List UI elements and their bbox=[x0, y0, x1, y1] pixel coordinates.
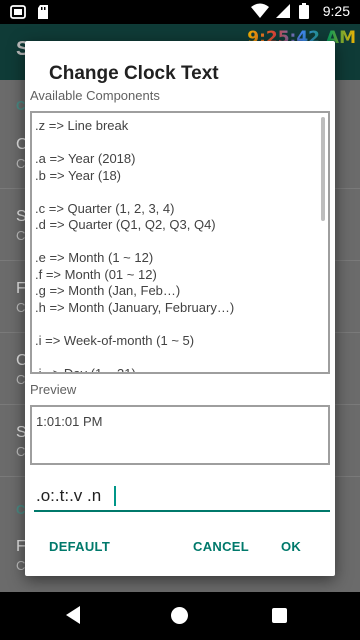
signal-icon bbox=[275, 3, 291, 19]
ok-button[interactable]: OK bbox=[281, 539, 301, 554]
text-cursor bbox=[114, 486, 116, 506]
component-item: .b => Year (18) bbox=[35, 167, 122, 183]
component-item: .i => Week-of-month (1 ~ 5) bbox=[35, 332, 195, 348]
status-left-icons bbox=[10, 4, 52, 20]
status-time: 9:25 bbox=[322, 3, 350, 19]
component-item: .f => Month (01 ~ 12) bbox=[35, 266, 157, 282]
scrollbar[interactable] bbox=[321, 117, 325, 221]
component-item: .c => Quarter (1, 2, 3, 4) bbox=[35, 200, 175, 216]
component-item: .e => Month (1 ~ 12) bbox=[35, 250, 154, 265]
default-button[interactable]: DEFAULT bbox=[49, 539, 110, 554]
clock-format-input[interactable] bbox=[34, 482, 330, 512]
component-item: .g => Month (Jan, Feb…) bbox=[35, 283, 181, 298]
status-bar: 9:25 bbox=[0, 0, 360, 24]
category-header: C bbox=[16, 98, 26, 113]
cancel-button[interactable]: CANCEL bbox=[193, 539, 249, 554]
dialog-title: Change Clock Text bbox=[49, 63, 219, 84]
status-right-icons: 9:25 bbox=[250, 3, 350, 19]
component-item: .d => Quarter (Q1, Q2, Q3, Q4) bbox=[35, 217, 216, 232]
component-item: .a => Year (2018) bbox=[35, 151, 136, 166]
component-item: .j => Day (1 ~ 31) bbox=[35, 365, 136, 374]
battery-icon bbox=[298, 3, 315, 19]
change-clock-text-dialog: Change Clock Text Available Components .… bbox=[25, 41, 335, 576]
components-list-box[interactable]: .z => Line break .a => Year (2018) .b => Y… bbox=[30, 111, 330, 374]
components-label: Available Components bbox=[30, 88, 160, 103]
recents-icon[interactable] bbox=[272, 608, 287, 623]
preview-label: Preview bbox=[30, 382, 77, 397]
settings-item-subtitle: C bbox=[16, 300, 26, 315]
preview-box: 1:01:01 PM bbox=[30, 405, 330, 465]
settings-item-subtitle: C bbox=[16, 558, 26, 573]
navigation-bar bbox=[0, 592, 360, 640]
settings-item-subtitle: C bbox=[16, 228, 26, 243]
category-header: C bbox=[16, 502, 26, 517]
components-list: .z => Line break .a => Year (2018) .b => Y… bbox=[35, 118, 315, 374]
settings-item-subtitle: C bbox=[16, 372, 26, 387]
wifi-icon bbox=[250, 3, 269, 19]
preview-text: 1:01:01 PM bbox=[36, 414, 103, 429]
component-item: .h => Month (January, February…) bbox=[35, 299, 235, 315]
settings-item-subtitle: C bbox=[16, 156, 26, 171]
settings-item-subtitle: C bbox=[16, 444, 26, 459]
home-icon[interactable] bbox=[171, 607, 188, 624]
sd-card-icon bbox=[36, 4, 52, 20]
component-item: .z => Line break bbox=[35, 118, 129, 133]
back-icon[interactable] bbox=[66, 606, 80, 624]
notification-icon bbox=[10, 4, 26, 20]
